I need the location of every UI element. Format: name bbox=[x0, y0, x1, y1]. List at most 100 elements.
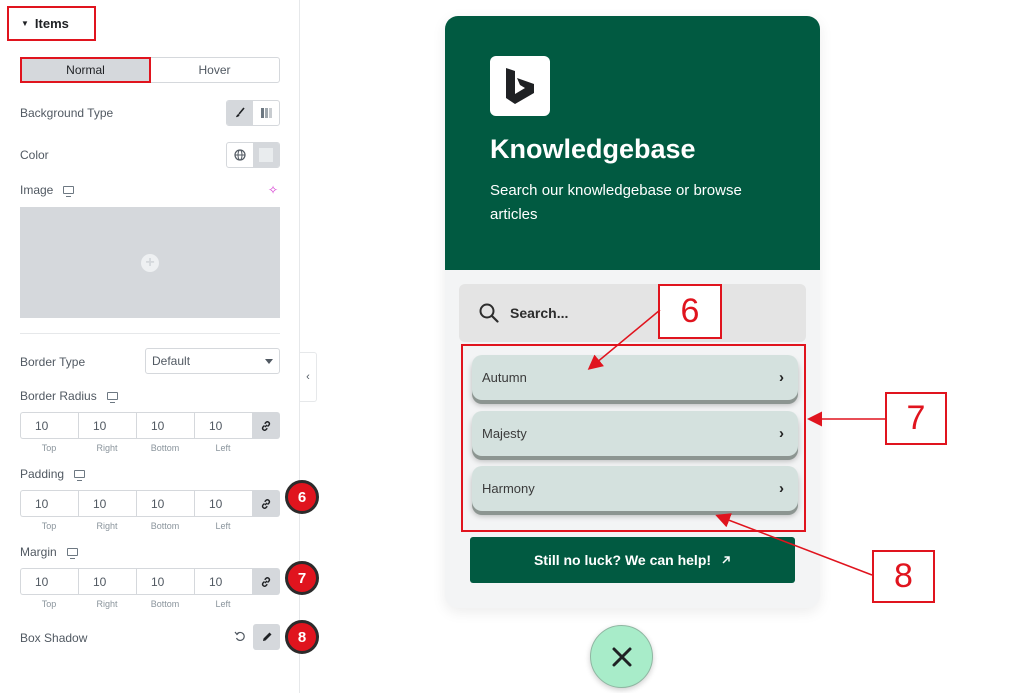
border-radius-right[interactable]: 10 bbox=[78, 412, 136, 439]
image-label-row: Image bbox=[20, 183, 75, 197]
brush-icon[interactable] bbox=[227, 101, 253, 125]
chevron-right-icon: › bbox=[779, 425, 784, 442]
divider bbox=[20, 333, 280, 334]
margin-label-row: Margin bbox=[20, 545, 78, 559]
box-shadow-badge: 8 bbox=[285, 620, 319, 654]
image-label: Image bbox=[20, 183, 54, 197]
dim-label-top: Top bbox=[41, 599, 57, 609]
desktop-icon[interactable] bbox=[106, 392, 118, 403]
arrow-up-right-icon bbox=[722, 556, 730, 564]
background-type-switch bbox=[226, 100, 280, 126]
box-shadow-label: Box Shadow bbox=[20, 631, 88, 645]
padding-left[interactable]: 10 bbox=[194, 490, 252, 517]
callout-8: 8 bbox=[872, 550, 935, 603]
section-title: Items bbox=[34, 16, 69, 31]
border-radius-left[interactable]: 10 bbox=[194, 412, 252, 439]
widget-subtitle: Search our knowledgebase or browse artic… bbox=[490, 182, 742, 223]
dim-label-left: Left bbox=[215, 599, 231, 609]
style-panel: ▼ Items Normal Hover Background Type Col… bbox=[0, 0, 300, 693]
tab-hover[interactable]: Hover bbox=[150, 58, 279, 82]
chevron-right-icon: › bbox=[779, 369, 784, 386]
padding-bottom[interactable]: 10 bbox=[136, 490, 194, 517]
margin-inputs: 10 10 10 10 bbox=[20, 568, 280, 595]
image-picker[interactable]: + bbox=[20, 207, 280, 318]
color-swatch[interactable] bbox=[253, 143, 279, 167]
border-type-select[interactable]: Default bbox=[145, 348, 280, 374]
gradient-icon[interactable] bbox=[253, 101, 279, 125]
desktop-icon[interactable] bbox=[66, 548, 78, 559]
margin-top[interactable]: 10 bbox=[20, 568, 78, 595]
padding-top[interactable]: 10 bbox=[20, 490, 78, 517]
padding-inputs: 10 10 10 10 bbox=[20, 490, 280, 517]
desktop-icon[interactable] bbox=[74, 470, 86, 481]
close-icon bbox=[612, 647, 631, 666]
knowledgebase-widget: Knowledgebase Search our knowledgebase o… bbox=[445, 16, 820, 608]
chevron-down-icon bbox=[265, 359, 273, 364]
reset-icon[interactable] bbox=[234, 629, 246, 647]
tab-normal[interactable]: Normal bbox=[20, 57, 151, 83]
dim-label-right: Right bbox=[96, 443, 118, 453]
dim-label-bottom: Bottom bbox=[150, 599, 180, 609]
search-placeholder: Search... bbox=[510, 305, 569, 321]
link-icon[interactable] bbox=[252, 568, 280, 595]
padding-dim-labels: Top Right Bottom Left bbox=[20, 521, 252, 531]
globe-icon[interactable] bbox=[227, 143, 253, 167]
list-item[interactable]: Autumn › bbox=[472, 355, 798, 400]
border-type-value: Default bbox=[152, 354, 191, 368]
margin-badge: 7 bbox=[285, 561, 319, 595]
widget-title: Knowledgebase bbox=[490, 134, 696, 164]
margin-bottom[interactable]: 10 bbox=[136, 568, 194, 595]
callout-7: 7 bbox=[885, 392, 947, 445]
help-button[interactable]: Still no luck? We can help! bbox=[470, 537, 795, 583]
background-type-label: Background Type bbox=[20, 106, 114, 120]
dim-label-right: Right bbox=[96, 521, 118, 531]
close-widget-button[interactable] bbox=[590, 625, 653, 688]
callout-6: 6 bbox=[658, 284, 722, 339]
dim-label-bottom: Bottom bbox=[150, 443, 180, 453]
panel-collapse-button[interactable]: ‹ bbox=[300, 352, 317, 402]
margin-label: Margin bbox=[20, 545, 57, 559]
border-radius-inputs: 10 10 10 10 bbox=[20, 412, 280, 439]
sparkle-icon[interactable]: ✧ bbox=[268, 183, 278, 197]
bing-logo bbox=[490, 56, 550, 116]
list-item-label: Harmony bbox=[482, 481, 535, 496]
border-radius-bottom[interactable]: 10 bbox=[136, 412, 194, 439]
dim-label-top: Top bbox=[41, 443, 57, 453]
search-icon bbox=[479, 303, 499, 323]
link-icon[interactable] bbox=[252, 490, 280, 517]
caret-down-icon: ▼ bbox=[21, 19, 29, 28]
dim-label-bottom: Bottom bbox=[150, 521, 180, 531]
list-item[interactable]: Harmony › bbox=[472, 466, 798, 511]
margin-right[interactable]: 10 bbox=[78, 568, 136, 595]
border-radius-label-row: Border Radius bbox=[20, 389, 118, 403]
items-highlight: Autumn › Majesty › Harmony › bbox=[461, 344, 806, 532]
margin-dim-labels: Top Right Bottom Left bbox=[20, 599, 252, 609]
margin-left[interactable]: 10 bbox=[194, 568, 252, 595]
border-radius-top[interactable]: 10 bbox=[20, 412, 78, 439]
widget-header: Knowledgebase Search our knowledgebase o… bbox=[445, 16, 820, 270]
list-item[interactable]: Majesty › bbox=[472, 411, 798, 456]
dim-label-right: Right bbox=[96, 599, 118, 609]
color-control bbox=[226, 142, 280, 168]
color-label: Color bbox=[20, 148, 49, 162]
state-tabs: Normal Hover bbox=[20, 57, 280, 83]
link-icon[interactable] bbox=[252, 412, 280, 439]
desktop-icon[interactable] bbox=[63, 186, 75, 197]
search-input[interactable]: Search... bbox=[459, 284, 806, 342]
list-item-label: Majesty bbox=[482, 426, 527, 441]
padding-label: Padding bbox=[20, 467, 65, 481]
dim-label-top: Top bbox=[41, 521, 57, 531]
plus-icon: + bbox=[141, 253, 159, 272]
padding-label-row: Padding bbox=[20, 467, 86, 481]
chevron-right-icon: › bbox=[779, 480, 784, 497]
pencil-icon[interactable] bbox=[253, 624, 280, 650]
padding-right[interactable]: 10 bbox=[78, 490, 136, 517]
list-item-label: Autumn bbox=[482, 370, 527, 385]
dim-label-left: Left bbox=[215, 443, 231, 453]
help-button-label: Still no luck? We can help! bbox=[533, 552, 712, 568]
dim-label-left: Left bbox=[215, 521, 231, 531]
border-radius-dim-labels: Top Right Bottom Left bbox=[20, 443, 252, 453]
border-type-label: Border Type bbox=[20, 355, 86, 369]
padding-badge: 6 bbox=[285, 480, 319, 514]
items-section-toggle[interactable]: ▼ Items bbox=[7, 6, 96, 41]
